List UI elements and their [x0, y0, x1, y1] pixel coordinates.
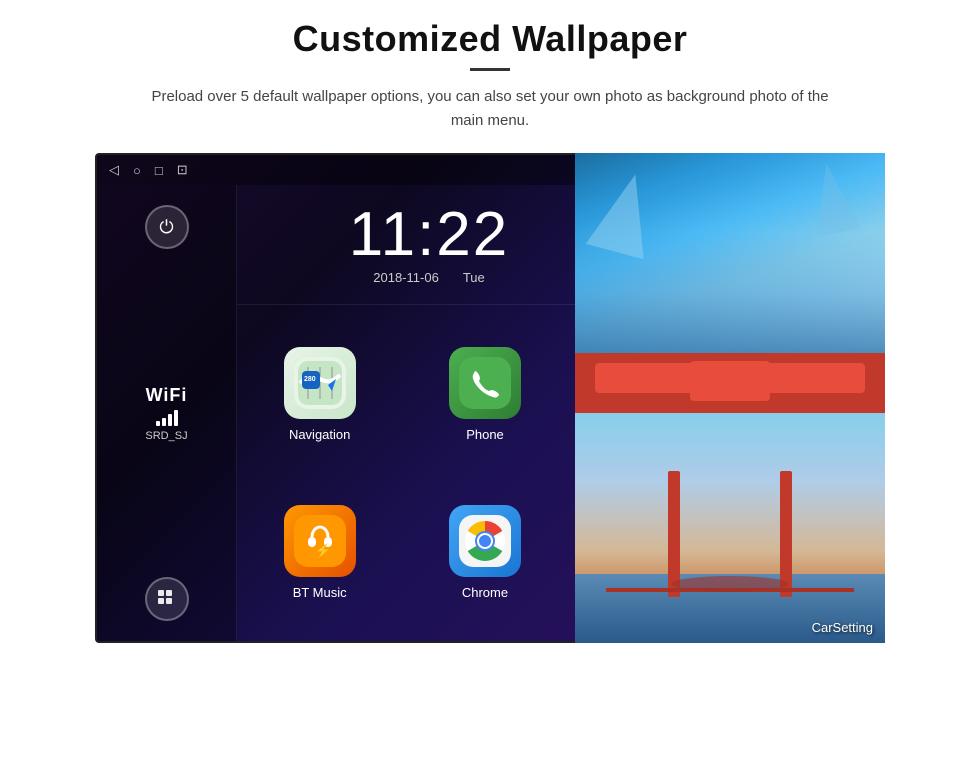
app-item-chrome[interactable]: Chrome [402, 473, 567, 631]
clock-time: 11:22 [349, 204, 510, 266]
wifi-bar-4 [174, 410, 178, 426]
clock-day-value: Tue [463, 270, 485, 285]
chrome-icon [449, 505, 521, 577]
phone-handset-icon [459, 357, 511, 409]
chrome-browser-icon [459, 515, 511, 567]
wifi-bar-2 [162, 418, 166, 426]
navigation-label: Navigation [289, 427, 350, 442]
clock-date-value: 2018-11-06 [373, 270, 439, 285]
wifi-bar-3 [168, 414, 172, 426]
apps-grid-icon [156, 588, 178, 610]
device-container: ◁ ○ □ ⊡ 📍 ▲ 11:22 ⏻ WiFi [95, 153, 885, 643]
status-bar-left: ◁ ○ □ ⊡ [109, 162, 188, 178]
title-divider [470, 68, 510, 71]
clock-info: 11:22 2018-11-06 Tue [237, 204, 621, 285]
wallpaper-ice-cave[interactable] [575, 153, 885, 353]
middle-bar [690, 361, 770, 401]
navigation-map-icon: 280 [294, 357, 346, 409]
wifi-bars [156, 410, 178, 426]
wifi-ssid: SRD_SJ [145, 430, 187, 442]
navigation-icon: 280 [284, 347, 356, 419]
wallpaper-thumbnails: CarSetting [575, 153, 885, 643]
bridge-tower-left [668, 471, 680, 598]
carsetting-label: CarSetting [812, 620, 873, 635]
wallpaper-middle-strip[interactable] [575, 353, 885, 413]
bluetooth-music-icon: ⚡ [294, 515, 346, 567]
app-item-phone[interactable]: Phone [402, 315, 567, 473]
btmusic-icon: ⚡ [284, 505, 356, 577]
power-button[interactable]: ⏻ [145, 205, 189, 249]
clock-date: 2018-11-06 Tue [373, 270, 484, 285]
bridge-tower-right [780, 471, 792, 598]
middle-bar-inner [700, 378, 760, 384]
phone-icon [449, 347, 521, 419]
back-nav-icon[interactable]: ◁ [109, 162, 119, 178]
wifi-block: WiFi SRD_SJ [145, 385, 187, 442]
recent-nav-icon[interactable]: □ [155, 163, 163, 178]
chrome-label: Chrome [462, 585, 508, 600]
wallpaper-bridge[interactable]: CarSetting [575, 413, 885, 643]
home-nav-icon[interactable]: ○ [133, 163, 141, 178]
wifi-label: WiFi [146, 385, 188, 406]
apps-button[interactable] [145, 577, 189, 621]
page-subtitle: Preload over 5 default wallpaper options… [140, 85, 840, 133]
phone-label: Phone [466, 427, 504, 442]
wifi-bar-1 [156, 421, 160, 426]
screenshot-nav-icon[interactable]: ⊡ [177, 162, 188, 178]
sidebar: ⏻ WiFi SRD_SJ [97, 185, 237, 641]
app-item-navigation[interactable]: 280 Navigation [237, 315, 402, 473]
page-wrapper: Customized Wallpaper Preload over 5 defa… [0, 0, 980, 758]
page-title: Customized Wallpaper [293, 18, 688, 60]
btmusic-label: BT Music [293, 585, 347, 600]
app-item-btmusic[interactable]: ⚡ BT Music [237, 473, 402, 631]
svg-text:280: 280 [304, 376, 316, 383]
svg-text:⚡: ⚡ [315, 543, 331, 559]
